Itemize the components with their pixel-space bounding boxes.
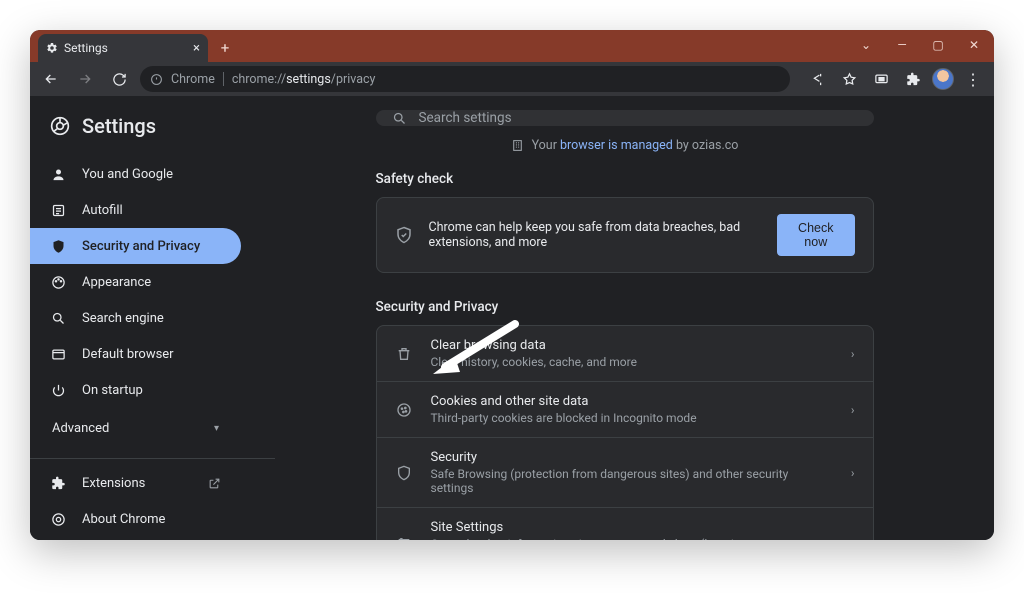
toolbar-right: ⋮ [804, 66, 986, 92]
palette-icon [50, 274, 66, 290]
chevron-right-icon: › [851, 466, 855, 480]
shield-icon [395, 464, 413, 482]
row-title: Security [431, 450, 833, 465]
gear-icon [46, 42, 58, 54]
row-subtitle: Controls what information sites can use … [431, 537, 833, 540]
bookmark-icon[interactable] [836, 66, 862, 92]
sidebar-advanced[interactable]: Advanced ▾ [30, 408, 241, 448]
sidebar-item-about-chrome[interactable]: About Chrome [30, 501, 241, 537]
safety-check-row: Chrome can help keep you safe from data … [377, 198, 873, 272]
cookie-icon [395, 401, 413, 419]
separator [223, 72, 224, 86]
menu-icon[interactable]: ⋮ [960, 66, 986, 92]
window-chevron-icon[interactable]: ⌄ [852, 34, 880, 56]
forward-button[interactable] [72, 66, 98, 92]
content-area: Settings You and Google Autofill Securit… [30, 96, 994, 540]
row-title: Cookies and other site data [431, 394, 833, 409]
page-title: Settings [30, 110, 275, 156]
external-link-icon [208, 477, 221, 490]
sidebar-item-label: Search engine [82, 311, 164, 326]
maximize-button[interactable]: ▢ [924, 34, 952, 56]
row-subtitle: Safe Browsing (protection from dangerous… [431, 467, 833, 495]
safety-check-text: Chrome can help keep you safe from data … [429, 220, 762, 250]
sidebar: Settings You and Google Autofill Securit… [30, 96, 275, 540]
share-icon[interactable] [804, 66, 830, 92]
chevron-right-icon: › [851, 536, 855, 541]
cast-icon[interactable] [868, 66, 894, 92]
sidebar-item-label: Appearance [82, 275, 151, 290]
security-privacy-heading: Security and Privacy [376, 299, 874, 315]
sidebar-item-you-and-google[interactable]: You and Google [30, 156, 241, 192]
power-icon [50, 382, 66, 398]
row-security[interactable]: Security Safe Browsing (protection from … [377, 437, 873, 507]
managed-notice: Your browser is managed by ozias.co [511, 138, 739, 153]
new-tab-button[interactable]: + [216, 39, 234, 57]
search-icon [50, 310, 66, 326]
sidebar-item-default-browser[interactable]: Default browser [30, 336, 241, 372]
sidebar-item-label: Security and Privacy [82, 239, 200, 254]
puzzle-icon [50, 475, 66, 491]
back-button[interactable] [38, 66, 64, 92]
shield-check-icon [395, 226, 413, 244]
chevron-right-icon: › [851, 403, 855, 417]
toolbar: Chrome chrome:// settings /privacy ⋮ [30, 62, 994, 96]
browser-icon [50, 346, 66, 362]
reload-button[interactable] [106, 66, 132, 92]
browser-window: Settings × + ⌄ — ▢ ✕ Chrome chrome [30, 30, 994, 540]
sidebar-item-extensions[interactable]: Extensions [30, 465, 241, 501]
check-now-button[interactable]: Check now [777, 214, 854, 256]
sidebar-item-label: About Chrome [82, 512, 165, 527]
tab-title: Settings [64, 41, 108, 55]
search-settings-input[interactable]: Search settings [376, 110, 874, 126]
autofill-icon [50, 202, 66, 218]
minimize-button[interactable]: — [888, 34, 916, 56]
window-controls: ⌄ — ▢ ✕ [852, 34, 988, 56]
chrome-logo-icon [50, 116, 70, 136]
row-cookies[interactable]: Cookies and other site data Third-party … [377, 381, 873, 437]
divider [30, 458, 275, 459]
row-site-settings[interactable]: Site Settings Controls what information … [377, 507, 873, 540]
row-title: Clear browsing data [431, 338, 833, 353]
row-clear-browsing-data[interactable]: Clear browsing data Clear history, cooki… [377, 326, 873, 381]
building-icon [511, 139, 524, 152]
close-tab-icon[interactable]: × [193, 42, 200, 55]
row-title: Site Settings [431, 520, 833, 535]
managed-link[interactable]: browser is managed [560, 138, 673, 153]
trash-icon [395, 345, 413, 363]
close-window-button[interactable]: ✕ [960, 34, 988, 56]
sidebar-item-label: On startup [82, 383, 143, 398]
sidebar-nav: You and Google Autofill Security and Pri… [30, 156, 275, 408]
titlebar: Settings × + ⌄ — ▢ ✕ [30, 30, 994, 62]
url-text: chrome:// settings /privacy [232, 72, 376, 87]
main-panel: Search settings Your browser is managed … [275, 96, 994, 540]
sidebar-item-label: You and Google [82, 167, 173, 182]
chrome-icon [50, 511, 66, 527]
sidebar-item-appearance[interactable]: Appearance [30, 264, 241, 300]
sliders-icon [395, 534, 413, 541]
active-tab[interactable]: Settings × [38, 34, 208, 62]
sidebar-item-security-privacy[interactable]: Security and Privacy [30, 228, 241, 264]
profile-avatar[interactable] [932, 68, 954, 90]
sidebar-item-autofill[interactable]: Autofill [30, 192, 241, 228]
site-info-icon[interactable] [150, 73, 163, 86]
row-subtitle: Third-party cookies are blocked in Incog… [431, 411, 833, 425]
extensions-icon[interactable] [900, 66, 926, 92]
search-icon [392, 111, 407, 126]
sidebar-item-on-startup[interactable]: On startup [30, 372, 241, 408]
security-privacy-card: Clear browsing data Clear history, cooki… [376, 325, 874, 540]
row-subtitle: Clear history, cookies, cache, and more [431, 355, 833, 369]
sidebar-item-label: Default browser [82, 347, 174, 362]
sidebar-item-label: Autofill [82, 203, 123, 218]
search-placeholder: Search settings [419, 110, 512, 126]
sidebar-item-label: Extensions [82, 476, 145, 491]
chevron-down-icon: ▾ [214, 423, 219, 434]
safety-check-heading: Safety check [376, 171, 874, 187]
shield-icon [50, 238, 66, 254]
chevron-right-icon: › [851, 347, 855, 361]
person-icon [50, 166, 66, 182]
chrome-scheme-label: Chrome [171, 72, 215, 87]
safety-check-card: Chrome can help keep you safe from data … [376, 197, 874, 273]
sidebar-item-search-engine[interactable]: Search engine [30, 300, 241, 336]
address-bar[interactable]: Chrome chrome:// settings /privacy [140, 66, 790, 92]
